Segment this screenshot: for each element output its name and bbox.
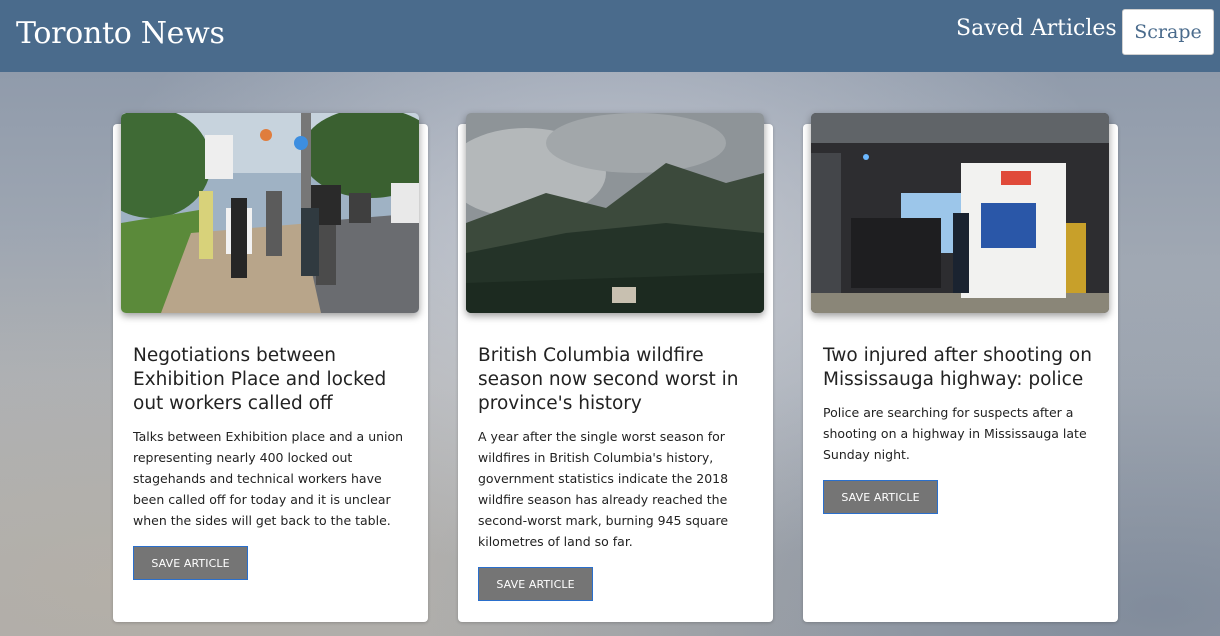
save-article-button[interactable]: SAVE ARTICLE [133,546,248,580]
article-summary: Talks between Exhibition place and a uni… [133,429,404,528]
article-image-wildfire [466,113,764,313]
article-card: Negotiations between Exhibition Place an… [113,113,428,622]
saved-articles-link[interactable]: Saved Articles [956,16,1117,41]
article-title[interactable]: British Columbia wildfire season now sec… [478,344,758,416]
brand-title[interactable]: Toronto News [16,16,225,51]
article-summary: A year after the single worst season for… [478,429,729,549]
save-article-button[interactable]: SAVE ARTICLE [823,480,938,514]
article-title[interactable]: Negotiations between Exhibition Place an… [133,344,413,416]
article-title[interactable]: Two injured after shooting on Mississaug… [823,344,1103,392]
navbar: Toronto News Saved Articles Scrape [0,0,1220,72]
article-card: Two injured after shooting on Mississaug… [803,113,1118,622]
article-card: British Columbia wildfire season now sec… [458,113,773,622]
article-image-ambulance [811,113,1109,313]
article-summary: Police are searching for suspects after … [823,405,1087,462]
article-image-picket-line [121,113,419,313]
scrape-button[interactable]: Scrape [1122,9,1214,55]
save-article-button[interactable]: SAVE ARTICLE [478,567,593,601]
